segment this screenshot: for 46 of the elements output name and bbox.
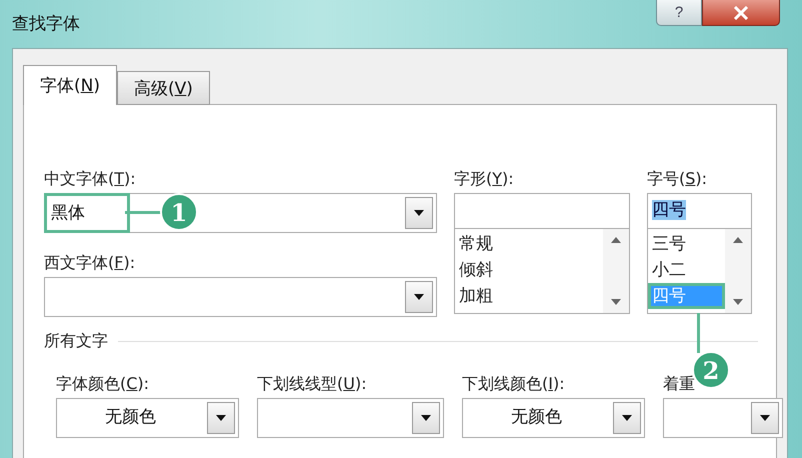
- dropdown-arrow-icon: [622, 415, 632, 421]
- dropdown-field[interactable]: 无颜色: [462, 398, 645, 438]
- window-title: 查找字体: [12, 13, 80, 35]
- dropdown-arrow-icon: [216, 415, 226, 421]
- field-label: 西文字体(F):: [44, 253, 136, 274]
- leader-line: [125, 211, 162, 214]
- dropdown-button[interactable]: [613, 402, 641, 434]
- close-icon: [733, 6, 749, 20]
- dropdown-arrow-icon: [414, 294, 424, 300]
- dropdown-field[interactable]: [44, 277, 437, 317]
- tab[interactable]: 字体(N): [23, 65, 117, 105]
- dropdown-button[interactable]: [751, 402, 779, 434]
- dropdown-button[interactable]: [405, 197, 433, 229]
- dropdown-button[interactable]: [405, 281, 433, 313]
- dropdown-field[interactable]: [257, 398, 444, 438]
- field-label: 字形(Y):: [454, 169, 515, 190]
- field-label: 字号(S):: [647, 169, 708, 190]
- field-label: 下划线颜色(I):: [462, 374, 566, 395]
- list-box[interactable]: 常规 倾斜 加粗: [454, 229, 630, 314]
- tab[interactable]: 高级(V): [117, 71, 210, 105]
- dropdown-button[interactable]: [412, 402, 440, 434]
- dropdown-arrow-icon: [760, 415, 770, 421]
- text-field[interactable]: [454, 193, 630, 229]
- field-label: 下划线线型(U):: [257, 374, 368, 395]
- field-label: 字体颜色(C):: [56, 374, 150, 395]
- dropdown-field[interactable]: [663, 398, 783, 438]
- list-item[interactable]: 小二: [648, 257, 725, 283]
- dropdown-field[interactable]: 无颜色: [56, 398, 239, 438]
- list-item[interactable]: 常规: [455, 231, 603, 257]
- list-box[interactable]: 三号 小二 四号: [647, 229, 752, 314]
- list-item[interactable]: 加粗: [455, 283, 603, 309]
- help-button[interactable]: ?: [656, 0, 702, 26]
- scroll-up-icon[interactable]: [733, 237, 743, 243]
- list-item[interactable]: 倾斜: [455, 257, 603, 283]
- dropdown-arrow-icon: [414, 210, 424, 216]
- section-title: 所有文字: [44, 331, 108, 352]
- leader-line: [697, 313, 700, 353]
- list-item[interactable]: 三号: [648, 231, 725, 257]
- field-label: 中文字体(T):: [44, 169, 137, 190]
- text-field[interactable]: 四号: [647, 193, 752, 229]
- close-button[interactable]: [702, 0, 780, 26]
- dropdown-button[interactable]: [207, 402, 235, 434]
- scroll-up-icon[interactable]: [611, 237, 621, 243]
- scroll-down-icon[interactable]: [611, 299, 621, 305]
- scroll-down-icon[interactable]: [733, 299, 743, 305]
- dropdown-arrow-icon: [421, 415, 431, 421]
